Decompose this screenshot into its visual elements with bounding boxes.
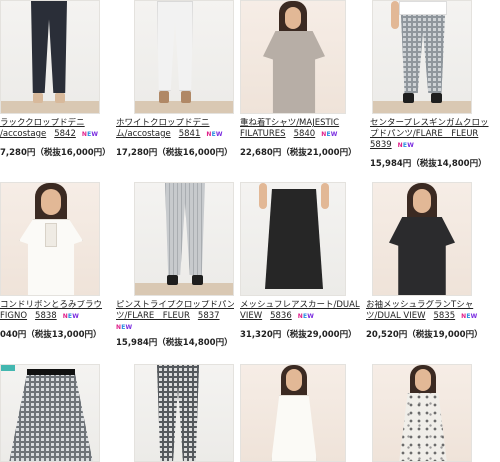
arm-right (321, 183, 329, 209)
dress-shape (399, 393, 447, 461)
top-accent (1, 365, 15, 371)
product-photo[interactable] (372, 182, 472, 296)
product-photo[interactable] (134, 364, 234, 462)
product-code: 5837 (197, 311, 220, 321)
product-title-link[interactable]: お袖メッシュラグランTシャ ツ/DUAL VIEW 5835 NEW (366, 300, 500, 322)
product-photo[interactable] (0, 364, 100, 462)
shoe-left (33, 93, 43, 103)
shoe-left (159, 91, 169, 103)
shoe-left (403, 93, 414, 103)
new-badge: NEW (397, 142, 415, 149)
pants-shape (165, 183, 205, 275)
new-badge: NEW (461, 313, 478, 320)
floor (1, 101, 99, 113)
shoe-right (181, 91, 191, 103)
product-title-link[interactable]: ホワイトクロップドデニ ム/accostage 5841 NEW (116, 118, 234, 140)
product-photo[interactable] (240, 364, 346, 462)
product-title-link[interactable]: コンドリボンとろみブラウ FIGNO 5838 NEW (0, 300, 112, 322)
new-badge: NEW (81, 131, 99, 138)
new-badge: NEW (116, 324, 133, 331)
tshirt-shape (263, 31, 325, 113)
shoe-right (431, 93, 442, 103)
title-line: お袖メッシュラグランTシャ (366, 300, 474, 310)
product-price: 15,984円（税抜14,800円） (116, 338, 233, 348)
ribbon-shape (45, 223, 57, 247)
title-line: ム/accostage (116, 129, 171, 139)
waistband (27, 369, 75, 375)
title-line: FILATURES (240, 129, 286, 139)
product-title-link[interactable]: ピンストライプクロップドパン ツ/FLARE FLEUR 5837 NEW (116, 300, 234, 333)
skirt-shape (265, 189, 323, 289)
product-price: 040円（税抜13,000円） (0, 330, 102, 340)
new-badge: NEW (321, 131, 338, 138)
product-photo[interactable] (372, 0, 472, 114)
product-title-link[interactable]: センタープレスギンガムクロッ プドパンツ/FLARE FLEUR 5839 NEW (370, 118, 500, 151)
title-line: メッシュフレアスカート/DUAL (240, 300, 360, 310)
title-line: センタープレスギンガムクロッ (370, 118, 489, 128)
product-title-link[interactable]: ラッククロップドデニ /accostage 5842 NEW (0, 118, 110, 140)
title-line: ラッククロップドデニ (0, 118, 85, 128)
shoe-right (192, 275, 203, 285)
arm (391, 1, 399, 29)
title-line: ツ/DUAL VIEW (366, 311, 426, 321)
dress-shape (271, 395, 317, 461)
product-price: 7,280円（税抜16,000円） (0, 148, 111, 158)
new-badge: NEW (206, 131, 223, 138)
floor (373, 101, 471, 113)
product-title-link[interactable]: 重ね着Tシャツ/MAJESTIC FILATURES 5840 NEW (240, 118, 358, 140)
title-line: /accostage (0, 129, 47, 139)
title-line: ピンストライプクロップドパン (116, 300, 234, 310)
title-line: ホワイトクロップドデニ (116, 118, 210, 128)
title-line: コンドリボンとろみブラウ (0, 300, 103, 310)
new-badge: NEW (297, 313, 315, 320)
product-photo[interactable] (134, 0, 234, 114)
product-price: 31,320円（税抜29,000円） (240, 330, 357, 340)
new-badge: NEW (62, 313, 80, 320)
title-line: FIGNO (0, 311, 28, 321)
face (285, 7, 301, 29)
product-price: 20,520円（税抜19,000円） (366, 330, 483, 340)
product-photo[interactable] (0, 182, 100, 296)
pants-shape (401, 15, 445, 93)
arm-left (259, 183, 267, 209)
pants-shape (31, 1, 67, 93)
floor (135, 283, 233, 295)
product-code: 5842 (54, 129, 76, 139)
pants-shape (157, 365, 199, 461)
product-price: 22,680円（税抜21,000円） (240, 148, 357, 158)
title-line: プドパンツ/FLARE FLEUR (370, 129, 479, 139)
tshirt-shape (389, 217, 455, 295)
title-line: VIEW (240, 311, 263, 321)
shoe-right (55, 93, 65, 103)
skirt-shape (9, 371, 93, 461)
face (413, 189, 431, 213)
face (415, 369, 431, 391)
top-shape (399, 1, 447, 15)
pants-shape (157, 1, 193, 91)
product-price: 15,984円（税抜14,800円） (370, 159, 487, 169)
product-photo[interactable] (372, 364, 472, 462)
product-photo[interactable] (240, 0, 346, 114)
product-code: 5836 (270, 311, 292, 321)
product-code: 5840 (293, 129, 316, 139)
product-price: 17,280円（税抜16,000円） (116, 148, 233, 158)
face (41, 189, 61, 215)
product-title-link[interactable]: メッシュフレアスカート/DUAL VIEW 5836 NEW (240, 300, 360, 322)
product-code: 5841 (178, 129, 201, 139)
product-code: 5838 (35, 311, 57, 321)
product-code: 5835 (433, 311, 456, 321)
title-line: 重ね着Tシャツ/MAJESTIC (240, 118, 340, 128)
title-line: ツ/FLARE FLEUR (116, 311, 190, 321)
product-code: 5839 (370, 140, 392, 150)
product-photo[interactable] (0, 0, 100, 114)
product-photo[interactable] (134, 182, 234, 296)
product-photo[interactable] (240, 182, 346, 296)
face (286, 369, 302, 391)
shoe-left (167, 275, 178, 285)
